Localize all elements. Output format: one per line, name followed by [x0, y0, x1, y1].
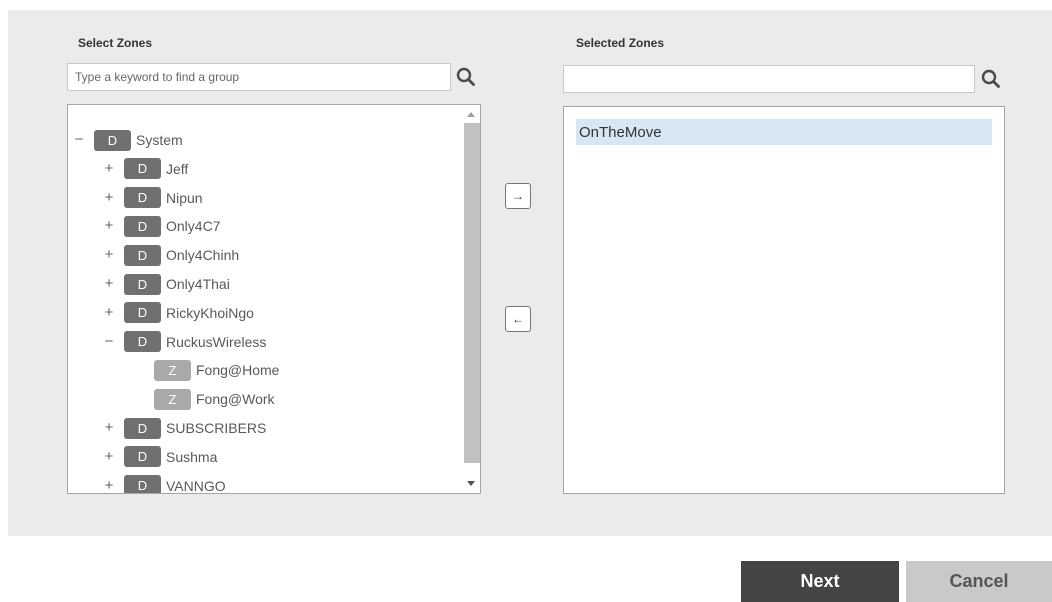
- tree-scrollbar[interactable]: [462, 105, 480, 493]
- domain-type-badge: D: [124, 331, 161, 353]
- tree-node-label[interactable]: Only4Thai: [166, 276, 230, 292]
- tree-node[interactable]: Z Fong@Work: [132, 388, 275, 410]
- domain-type-badge: D: [124, 417, 161, 439]
- selected-zones-label: Selected Zones: [576, 36, 665, 50]
- domain-type-badge: D: [124, 215, 161, 237]
- domain-type-badge: D: [94, 129, 131, 151]
- domain-type-badge: D: [124, 302, 161, 324]
- domain-type-badge: D: [124, 446, 161, 468]
- domain-type-badge: D: [124, 187, 161, 209]
- tree-node[interactable]: + D Only4Chinh: [102, 244, 239, 266]
- domain-type-badge: D: [124, 475, 161, 493]
- tree-node[interactable]: + D RickyKhoiNgo: [102, 302, 254, 324]
- tree-node[interactable]: + D Only4C7: [102, 215, 220, 237]
- tree-node-label[interactable]: Fong@Home: [196, 362, 279, 378]
- expand-icon[interactable]: +: [102, 475, 116, 493]
- collapse-icon[interactable]: −: [72, 129, 86, 151]
- remove-zone-button[interactable]: ←: [505, 306, 531, 332]
- expand-icon[interactable]: +: [102, 417, 116, 439]
- scroll-down-icon[interactable]: [467, 481, 475, 486]
- tree-node-label[interactable]: Only4Chinh: [166, 247, 239, 263]
- domain-type-badge: D: [124, 244, 161, 266]
- expand-icon[interactable]: +: [102, 215, 116, 237]
- tree-node[interactable]: − D RuckusWireless: [102, 331, 266, 353]
- tree-node-label[interactable]: Sushma: [166, 449, 217, 465]
- selected-zones-search-input[interactable]: [563, 65, 975, 93]
- search-icon[interactable]: [455, 66, 477, 88]
- tree-node[interactable]: + D Jeff: [102, 158, 188, 180]
- tree-node-label[interactable]: System: [136, 132, 183, 148]
- domain-type-badge: D: [124, 158, 161, 180]
- expand-icon[interactable]: +: [102, 446, 116, 468]
- add-zone-button[interactable]: →: [505, 183, 531, 209]
- tree-node[interactable]: + D Sushma: [102, 446, 217, 468]
- expand-icon[interactable]: +: [102, 244, 116, 266]
- tree-node-label[interactable]: RuckusWireless: [166, 334, 266, 350]
- tree-node-label[interactable]: Only4C7: [166, 218, 220, 234]
- expand-icon[interactable]: +: [102, 302, 116, 324]
- expand-icon[interactable]: +: [102, 273, 116, 295]
- cancel-button[interactable]: Cancel: [906, 561, 1052, 602]
- tree-node[interactable]: + D Nipun: [102, 187, 203, 209]
- tree-node-label[interactable]: Fong@Work: [196, 391, 275, 407]
- next-button[interactable]: Next: [741, 561, 899, 602]
- tree-node-label[interactable]: VANNGO: [166, 478, 226, 493]
- selected-zone-item[interactable]: OnTheMove: [576, 119, 992, 145]
- expand-icon[interactable]: +: [102, 158, 116, 180]
- scroll-up-icon[interactable]: [467, 112, 475, 117]
- expand-icon[interactable]: +: [102, 187, 116, 209]
- selected-zones-list[interactable]: OnTheMove: [563, 106, 1005, 494]
- select-zones-search-input[interactable]: [67, 63, 451, 91]
- tree-node[interactable]: Z Fong@Home: [132, 359, 279, 381]
- zone-type-badge: Z: [154, 388, 191, 410]
- tree-node-label[interactable]: RickyKhoiNgo: [166, 305, 254, 321]
- tree-node[interactable]: + D SUBSCRIBERS: [102, 417, 266, 439]
- tree-node-label[interactable]: SUBSCRIBERS: [166, 420, 266, 436]
- zone-type-badge: Z: [154, 359, 191, 381]
- arrow-right-icon: →: [512, 189, 524, 203]
- tree-node[interactable]: + D Only4Thai: [102, 273, 230, 295]
- scrollbar-thumb[interactable]: [464, 123, 480, 463]
- tree-node-label[interactable]: Nipun: [166, 190, 203, 206]
- tree-node[interactable]: + D VANNGO: [102, 475, 226, 493]
- domain-type-badge: D: [124, 273, 161, 295]
- select-zones-label: Select Zones: [78, 36, 153, 50]
- arrow-left-icon: ←: [512, 312, 524, 326]
- search-icon[interactable]: [980, 68, 1002, 90]
- tree-node[interactable]: − D System: [72, 129, 183, 151]
- zone-tree[interactable]: − D System + D Jeff + D Nipun + D Only4C7 + D Only4Chi…: [67, 104, 481, 494]
- collapse-icon[interactable]: −: [102, 331, 116, 353]
- tree-node-label[interactable]: Jeff: [166, 161, 188, 177]
